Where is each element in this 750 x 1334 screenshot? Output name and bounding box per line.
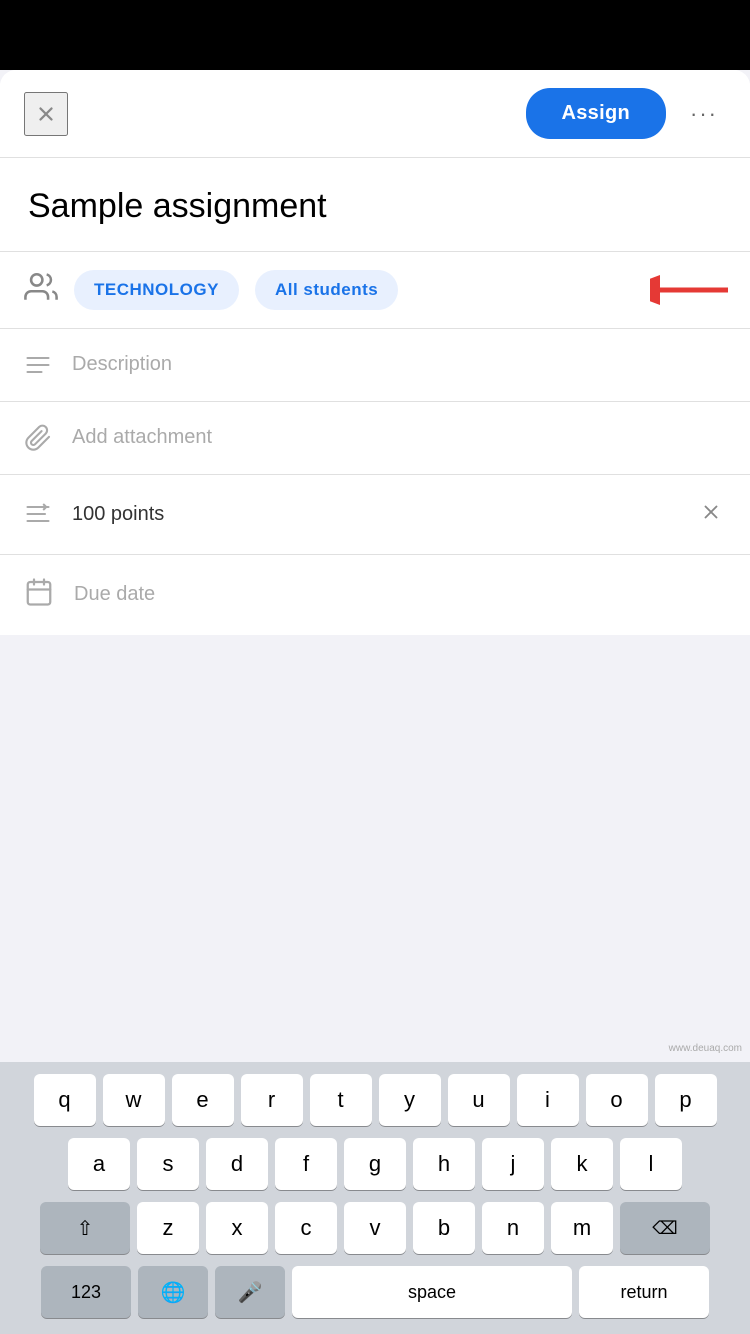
key-z[interactable]: z <box>137 1202 199 1254</box>
title-section: Sample assignment <box>0 158 750 252</box>
key-f[interactable]: f <box>275 1138 337 1190</box>
globe-key[interactable]: 🌐 <box>138 1266 208 1318</box>
key-m[interactable]: m <box>551 1202 613 1254</box>
key-x[interactable]: x <box>206 1202 268 1254</box>
assign-button[interactable]: Assign <box>526 88 666 139</box>
key-r[interactable]: r <box>241 1074 303 1126</box>
key-c[interactable]: c <box>275 1202 337 1254</box>
key-n[interactable]: n <box>482 1202 544 1254</box>
class-chip[interactable]: TECHNOLOGY <box>74 270 239 310</box>
key-t[interactable]: t <box>310 1074 372 1126</box>
key-h[interactable]: h <box>413 1138 475 1190</box>
keyboard: q w e r t y u i o p a s d f g h j k <box>0 1062 750 1334</box>
key-j[interactable]: j <box>482 1138 544 1190</box>
key-q[interactable]: q <box>34 1074 96 1126</box>
key-l[interactable]: l <box>620 1138 682 1190</box>
key-o[interactable]: o <box>586 1074 648 1126</box>
key-k[interactable]: k <box>551 1138 613 1190</box>
key-w[interactable]: w <box>103 1074 165 1126</box>
points-value: 100 points <box>72 503 676 526</box>
due-date-label: Due date <box>74 583 155 606</box>
keyboard-row-4: 123 🌐 🎤 space return <box>6 1266 744 1318</box>
mic-key[interactable]: 🎤 <box>215 1266 285 1318</box>
key-b[interactable]: b <box>413 1202 475 1254</box>
key-d[interactable]: d <box>206 1138 268 1190</box>
more-options-button[interactable]: ··· <box>682 92 726 136</box>
toolbar: Assign ··· <box>0 70 750 158</box>
numbers-key[interactable]: 123 <box>41 1266 131 1318</box>
key-u[interactable]: u <box>448 1074 510 1126</box>
keyboard-row-2: a s d f g h j k l <box>6 1138 744 1190</box>
keyboard-row-1: q w e r t y u i o p <box>6 1074 744 1126</box>
key-v[interactable]: v <box>344 1202 406 1254</box>
space-key[interactable]: space <box>292 1266 572 1318</box>
key-s[interactable]: s <box>137 1138 199 1190</box>
attachment-label: Add attachment <box>72 426 212 449</box>
description-icon <box>24 351 52 379</box>
key-i[interactable]: i <box>517 1074 579 1126</box>
shift-key[interactable]: ⇧ <box>40 1202 130 1254</box>
key-p[interactable]: p <box>655 1074 717 1126</box>
students-chip[interactable]: All students <box>255 270 398 310</box>
people-icon <box>24 270 58 309</box>
return-key[interactable]: return <box>579 1266 709 1318</box>
keyboard-row-3: ⇧ z x c v b n m ⌫ <box>6 1202 744 1254</box>
key-e[interactable]: e <box>172 1074 234 1126</box>
points-row[interactable]: 100 points <box>0 475 750 555</box>
class-students-row: TECHNOLOGY All students <box>0 252 750 329</box>
backspace-key[interactable]: ⌫ <box>620 1202 710 1254</box>
points-icon <box>24 500 52 528</box>
description-label: Description <box>72 353 172 376</box>
assignment-title[interactable]: Sample assignment <box>28 186 722 227</box>
attachment-icon <box>24 424 52 452</box>
watermark: www.deuaq.com <box>669 1043 742 1054</box>
key-g[interactable]: g <box>344 1138 406 1190</box>
red-arrow-annotation <box>650 272 730 308</box>
attachment-row[interactable]: Add attachment <box>0 402 750 475</box>
description-row[interactable]: Description <box>0 329 750 402</box>
close-button[interactable] <box>24 92 68 136</box>
key-y[interactable]: y <box>379 1074 441 1126</box>
due-date-row[interactable]: Due date <box>0 555 750 635</box>
calendar-icon <box>24 577 54 612</box>
clear-points-button[interactable] <box>696 497 726 532</box>
key-a[interactable]: a <box>68 1138 130 1190</box>
